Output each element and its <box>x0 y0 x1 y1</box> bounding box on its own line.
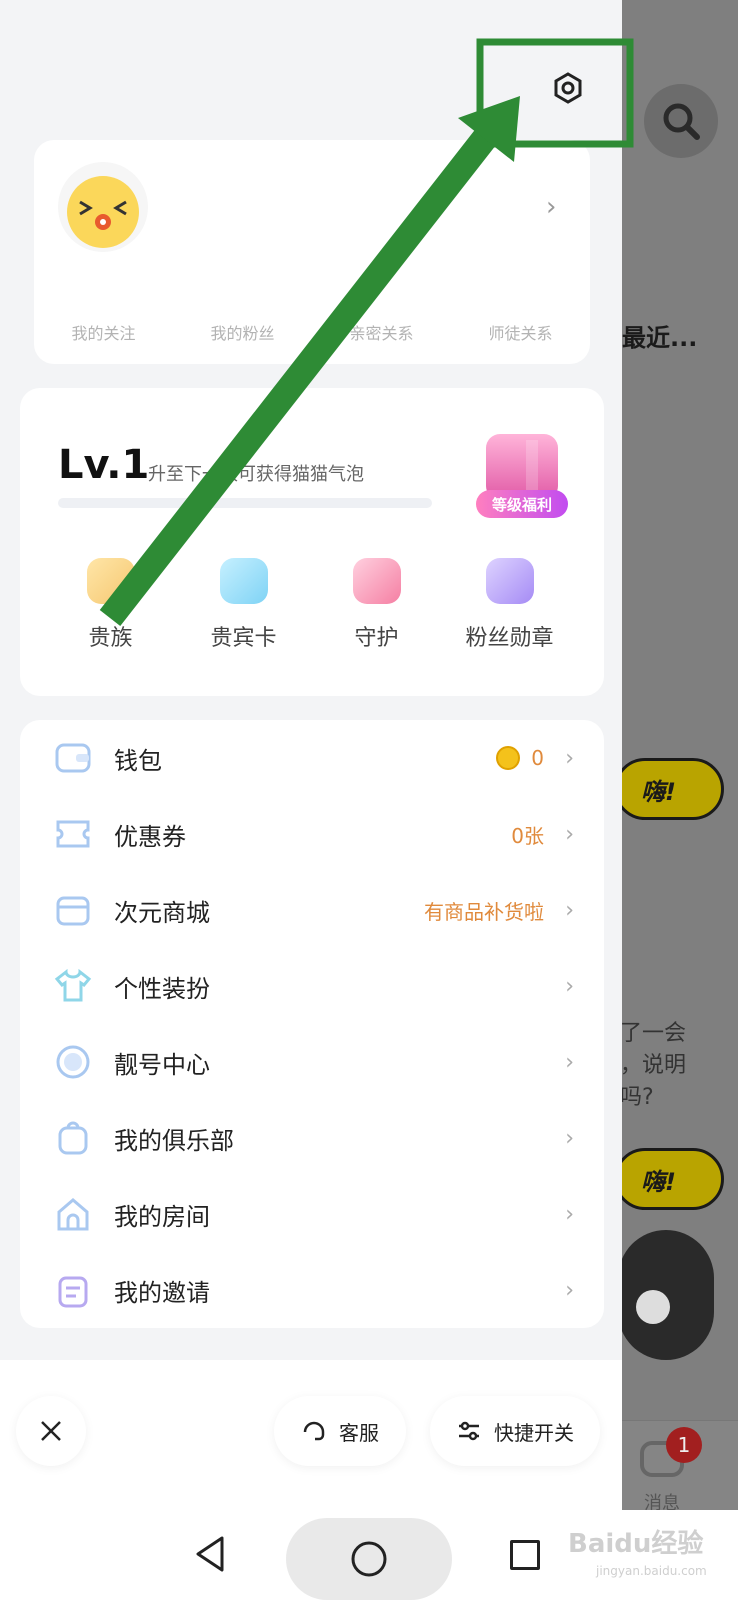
chevron-right-icon: › <box>565 1125 574 1151</box>
home-button[interactable] <box>286 1518 452 1600</box>
store-icon <box>56 896 90 926</box>
system-nav-bar: Baidu经验 jingyan.baidu.com <box>0 1510 738 1600</box>
wallet-icon <box>55 743 91 773</box>
bottom-tab-messages: 1 消息 <box>622 1420 738 1514</box>
vip-card-icon <box>219 558 268 604</box>
wallet-balance: 0 <box>531 746 544 770</box>
coupon-icon <box>56 820 90 848</box>
menu-item-outfit[interactable]: 个性装扮 › <box>20 948 604 1024</box>
pretty-id-icon <box>56 1045 90 1079</box>
sliders-icon <box>459 1421 479 1441</box>
menu-item-club[interactable]: 我的俱乐部 › <box>20 1100 604 1176</box>
menu-label: 靓号中心 <box>114 1050 210 1079</box>
menu-label: 我的俱乐部 <box>114 1126 234 1155</box>
menu-label: 钱包 <box>114 746 162 775</box>
stat-following[interactable]: 我的关注 <box>71 320 135 344</box>
menu-label: 优惠券 <box>114 822 186 851</box>
perk-label: 粉丝勋章 <box>465 626 554 651</box>
menu-item-wallet[interactable]: 钱包 0 › <box>20 720 604 796</box>
room-icon <box>57 1198 89 1231</box>
perk-guard[interactable]: 守护 <box>310 558 443 652</box>
close-icon <box>41 1421 61 1441</box>
close-drawer-button[interactable] <box>16 1396 86 1466</box>
coupon-count: 0张 <box>511 823 544 848</box>
outfit-icon <box>54 968 92 1002</box>
guard-icon <box>352 558 401 604</box>
chevron-right-icon: › <box>565 897 574 923</box>
chevron-right-icon: › <box>565 821 574 847</box>
side-drawer: › 我的关注 我的粉丝 亲密关系 师徒关系 Lv.1 升至下一级可获得猫猫气泡 … <box>0 0 622 1510</box>
perk-fan-medal[interactable]: 粉丝勋章 <box>443 558 576 652</box>
perk-vip-card[interactable]: 贵宾卡 <box>177 558 310 652</box>
menu-label: 我的邀请 <box>114 1278 210 1307</box>
quick-switch-label: 快捷开关 <box>494 1420 574 1445</box>
noble-icon <box>86 558 135 604</box>
recent-heading: 最近... <box>622 324 698 352</box>
headset-icon <box>303 1421 325 1441</box>
home-circle-icon <box>351 1541 387 1577</box>
fan-medal-icon <box>485 558 534 604</box>
message-count-badge: 1 <box>666 1427 702 1463</box>
menu-item-pretty-id[interactable]: 靓号中心 › <box>20 1024 604 1100</box>
drawer-footer: 客服 快捷开关 <box>0 1360 622 1510</box>
menu-item-coupons[interactable]: 优惠券 0张 › <box>20 796 604 872</box>
stat-fans[interactable]: 我的粉丝 <box>210 320 274 344</box>
store-notice: 有商品补货啦 <box>424 899 544 924</box>
snippet-line: 吗? <box>620 1085 654 1110</box>
level-card: Lv.1 升至下一级可获得猫猫气泡 等级福利 贵族 贵宾卡 守护 粉丝勋章 <box>20 388 604 696</box>
chevron-right-icon: › <box>565 1049 574 1075</box>
invite-icon <box>58 1276 88 1308</box>
quick-switch-button[interactable]: 快捷开关 <box>430 1396 600 1466</box>
menu-item-store[interactable]: 次元商城 有商品补货啦 › <box>20 872 604 948</box>
level-benefits-label: 等级福利 <box>476 490 568 518</box>
level-progress-bar <box>58 498 432 508</box>
hi-badge: 嗨! <box>614 1148 724 1210</box>
gear-icon <box>554 72 582 104</box>
avatar[interactable] <box>58 162 148 252</box>
emoji-avatar-icon <box>67 176 139 248</box>
chevron-right-icon: › <box>565 1201 574 1227</box>
customer-service-button[interactable]: 客服 <box>274 1396 406 1466</box>
menu-list: 钱包 0 › 优惠券 0张 › 次元商城 有商品补货啦 › 个性装扮 › 靓号中… <box>20 720 604 1328</box>
settings-button[interactable] <box>546 66 590 110</box>
perk-label: 守护 <box>354 626 399 651</box>
mascot-avatar <box>618 1230 714 1360</box>
chevron-right-icon: › <box>565 1277 574 1303</box>
stat-mentorship[interactable]: 师徒关系 <box>488 320 552 344</box>
level-title: Lv.1 <box>58 442 150 488</box>
watermark-url: jingyan.baidu.com <box>596 1564 707 1578</box>
snippet-line: ，说明 <box>620 1053 687 1078</box>
back-icon[interactable] <box>192 1534 228 1574</box>
menu-label: 个性装扮 <box>114 974 210 1003</box>
menu-item-invite[interactable]: 我的邀请 › <box>20 1252 604 1328</box>
chevron-right-icon: › <box>565 973 574 999</box>
perk-label: 贵宾卡 <box>210 626 277 651</box>
stat-intimacy[interactable]: 亲密关系 <box>349 320 413 344</box>
customer-service-label: 客服 <box>339 1420 379 1445</box>
menu-label: 我的房间 <box>114 1202 210 1231</box>
perk-label: 贵族 <box>88 626 133 651</box>
snippet-line: 了一会 <box>620 1021 687 1046</box>
perk-noble[interactable]: 贵族 <box>44 558 177 652</box>
search-icon <box>644 84 718 158</box>
hi-badge: 嗨! <box>614 758 724 820</box>
profile-card[interactable]: › 我的关注 我的粉丝 亲密关系 师徒关系 <box>34 140 590 364</box>
level-description: 升至下一级可获得猫猫气泡 <box>148 464 364 485</box>
menu-item-room[interactable]: 我的房间 › <box>20 1176 604 1252</box>
menu-label: 次元商城 <box>114 898 210 927</box>
recent-apps-icon[interactable] <box>510 1540 540 1570</box>
level-benefits-button[interactable]: 等级福利 <box>476 428 568 524</box>
coin-icon <box>496 746 520 770</box>
club-icon <box>58 1121 88 1155</box>
watermark-logo: Baidu经验 <box>568 1529 704 1559</box>
chevron-right-icon: › <box>546 192 557 222</box>
chevron-right-icon: › <box>565 745 574 771</box>
